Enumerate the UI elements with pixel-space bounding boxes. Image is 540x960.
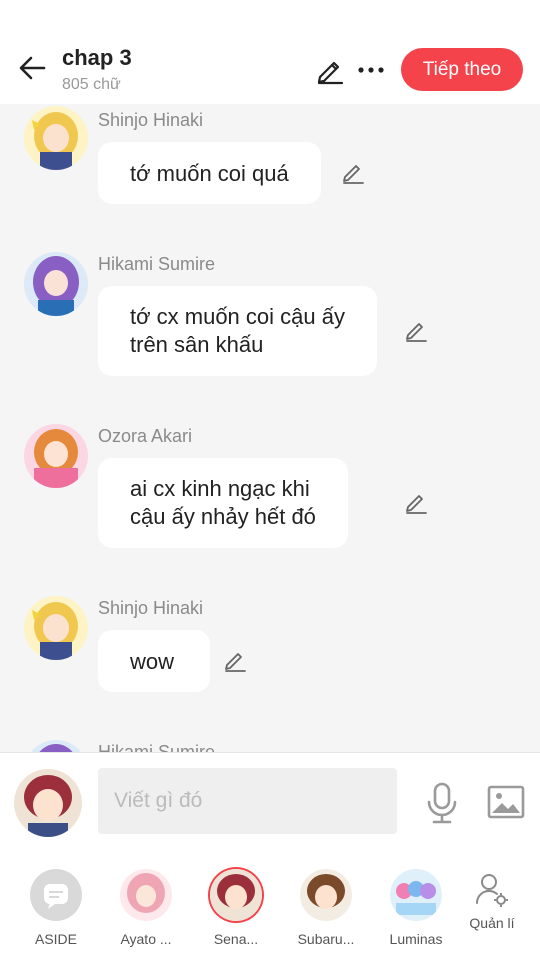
message-text-line: ai cx kinh ngạc khi: [130, 476, 310, 501]
message-text-line: tớ cx muốn coi cậu ấy: [130, 304, 345, 329]
sender-name: Shinjo Hinaki: [98, 110, 204, 130]
avatar-hikami-sumire[interactable]: [24, 252, 88, 316]
next-button[interactable]: Tiếp theo: [401, 48, 523, 91]
message-text-line: trên sân khấu: [130, 332, 264, 357]
message-text: wow: [130, 649, 175, 674]
character-aside[interactable]: ASIDE: [16, 869, 96, 947]
message-bubble[interactable]: tớ muốn coi quá: [98, 142, 321, 204]
pencil-icon: [406, 495, 427, 514]
current-character-avatar[interactable]: [14, 769, 82, 837]
more-dots-icon: [358, 67, 384, 73]
more-options-button[interactable]: [356, 54, 386, 86]
word-count: 805 chữ: [62, 76, 121, 93]
back-button[interactable]: [14, 52, 50, 84]
microphone-icon: [427, 782, 457, 824]
user-settings-icon: [475, 874, 508, 907]
character-name: Subaru...: [297, 931, 355, 947]
sender-name: Hikami Sumire: [98, 742, 216, 752]
top-bar: chap 3 805 chữ Tiếp theo: [0, 0, 540, 104]
avatar-ozora-akari[interactable]: [24, 424, 88, 488]
avatar-shinjo-hinaki[interactable]: [24, 106, 88, 170]
pencil-icon: [343, 165, 364, 184]
message-bubble[interactable]: tớ cx muốn coi cậu ấy trên sân khấu: [98, 286, 377, 376]
edit-message-button[interactable]: [341, 160, 365, 184]
character-ayato[interactable]: Ayato ...: [106, 869, 186, 947]
back-arrow-icon: [19, 56, 46, 80]
message-composer: [0, 752, 540, 852]
insert-image-button[interactable]: [487, 785, 525, 819]
edit-message-button[interactable]: [404, 318, 428, 342]
character-avatar: [300, 869, 352, 921]
avatar-shinjo-hinaki[interactable]: [24, 596, 88, 660]
chat-area[interactable]: Shinjo Hinaki tớ muốn coi quá Hikami Sum…: [0, 104, 540, 752]
character-sena[interactable]: Sena...: [196, 869, 276, 947]
character-name: Luminas: [389, 931, 443, 947]
chapter-title-block: chap 3 805 chữ: [62, 44, 132, 96]
pencil-icon: [225, 653, 246, 672]
message-bubble[interactable]: ai cx kinh ngạc khi cậu ấy nhảy hết đó: [98, 458, 348, 548]
edit-message-button[interactable]: [223, 648, 247, 672]
manage-characters-button[interactable]: Quản lí: [452, 871, 532, 931]
message-bubble[interactable]: wow: [98, 630, 210, 692]
sender-name: Shinjo Hinaki: [98, 598, 204, 618]
edit-message-button[interactable]: [404, 490, 428, 514]
character-avatar: [120, 869, 172, 921]
aside-avatar: [30, 869, 82, 921]
character-bar: ASIDE Ayato ... Sena... Subaru... Lumina…: [0, 851, 540, 960]
character-avatar: [390, 869, 442, 921]
message-input[interactable]: [98, 768, 397, 834]
message-text-line: cậu ấy nhảy hết đó: [130, 504, 316, 529]
manage-icon-wrap: [474, 871, 510, 911]
voice-button[interactable]: [424, 781, 460, 825]
character-name: ASIDE: [34, 931, 77, 947]
avatar-hikami-sumire[interactable]: [24, 740, 88, 752]
character-luminas[interactable]: Luminas: [376, 869, 456, 947]
sender-name: Hikami Sumire: [98, 254, 216, 274]
pencil-icon: [317, 61, 344, 85]
chat-bubble-icon: [44, 884, 68, 909]
sender-name: Ozora Akari: [98, 426, 193, 446]
character-avatar: [210, 869, 262, 921]
chapter-title: chap 3: [62, 45, 132, 70]
edit-chapter-button[interactable]: [314, 54, 346, 86]
message-text: tớ muốn coi quá: [130, 161, 289, 186]
pencil-icon: [406, 323, 427, 342]
image-icon: [487, 785, 525, 819]
manage-label: Quản lí: [469, 915, 515, 931]
character-subaru[interactable]: Subaru...: [286, 869, 366, 947]
character-name: Sena...: [213, 931, 259, 947]
character-name: Ayato ...: [120, 931, 172, 947]
